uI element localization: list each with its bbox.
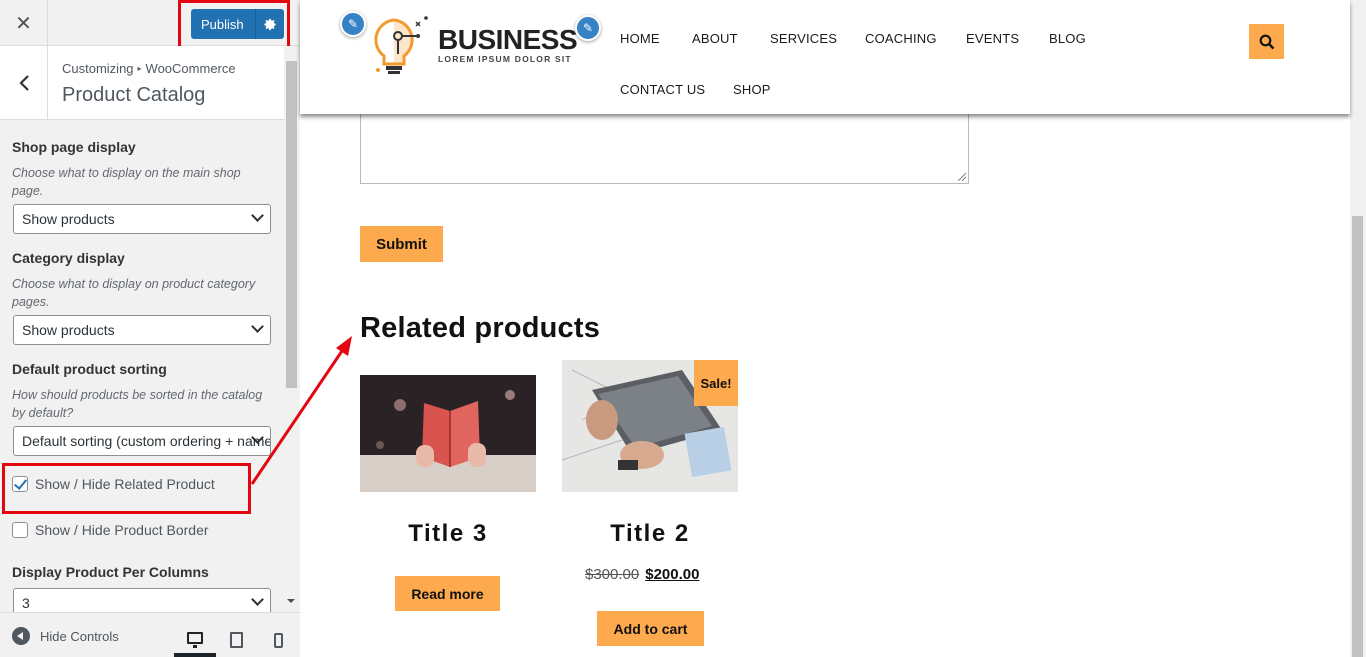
- columns-value: 3: [22, 595, 30, 611]
- submit-button[interactable]: Submit: [360, 226, 443, 262]
- close-icon[interactable]: ✕: [0, 0, 48, 46]
- desktop-icon: [187, 632, 203, 648]
- chevron-left-icon: [18, 75, 29, 91]
- panel-scrollbar-thumb[interactable]: [286, 61, 297, 388]
- shop-display-select[interactable]: Show products: [13, 204, 271, 234]
- edit-menu-pencil-icon[interactable]: ✎: [575, 15, 601, 41]
- nav-blog[interactable]: BLOG: [1049, 31, 1086, 46]
- related-product-label: Show / Hide Related Product: [35, 476, 215, 492]
- section-header: Customizing ▸ WooCommerce Product Catalog: [0, 46, 284, 120]
- site-logo[interactable]: BUSINESS LOREM IPSUM DOLOR SIT: [372, 14, 578, 76]
- product-title-2[interactable]: Title 2: [562, 520, 738, 548]
- columns-label: Display Product Per Columns: [12, 564, 209, 580]
- logo-subtitle: LOREM IPSUM DOLOR SIT: [438, 54, 572, 64]
- product-border-toggle[interactable]: Show / Hide Product Border: [12, 522, 209, 538]
- category-display-description: Choose what to display on product catego…: [12, 277, 256, 309]
- sale-price: $200.00: [645, 566, 700, 583]
- section-title: Product Catalog: [62, 84, 206, 106]
- scroll-down-icon[interactable]: [287, 599, 295, 603]
- breadcrumb-root: Customizing: [62, 61, 134, 76]
- product-border-checkbox[interactable]: [12, 522, 28, 538]
- nav-about[interactable]: ABOUT: [692, 31, 738, 46]
- sorting-label: Default product sorting: [12, 361, 167, 377]
- publish-label: Publish: [201, 16, 244, 32]
- back-button[interactable]: [0, 46, 48, 120]
- product-border-label: Show / Hide Product Border: [35, 522, 209, 538]
- search-icon: [1259, 34, 1274, 49]
- tablet-preview-button[interactable]: [215, 623, 257, 657]
- sorting-select[interactable]: Default sorting (custom ordering + name): [13, 426, 271, 456]
- tablet-icon: [229, 632, 243, 648]
- sorting-value: Default sorting (custom ordering + name): [22, 433, 271, 449]
- chevron-down-icon: [251, 209, 264, 222]
- chevron-down-icon: [251, 320, 264, 333]
- mobile-icon: [273, 632, 283, 648]
- related-product-toggle[interactable]: Show / Hide Related Product: [12, 476, 215, 492]
- product-title-3[interactable]: Title 3: [360, 520, 536, 548]
- edit-logo-pencil-icon[interactable]: ✎: [340, 11, 366, 37]
- breadcrumb-separator-icon: ▸: [137, 64, 142, 73]
- shop-display-value: Show products: [22, 211, 115, 227]
- chevron-down-icon: [251, 593, 264, 606]
- add-to-cart-button[interactable]: Add to cart: [597, 611, 704, 646]
- publish-button[interactable]: Publish: [191, 9, 284, 39]
- controls-list: Shop page display Choose what to display…: [0, 120, 284, 612]
- category-display-select[interactable]: Show products: [13, 315, 271, 345]
- message-textarea[interactable]: [360, 113, 969, 184]
- read-more-button[interactable]: Read more: [395, 576, 500, 611]
- columns-select[interactable]: 3: [13, 588, 271, 612]
- breadcrumb: Customizing ▸ WooCommerce: [62, 61, 236, 76]
- resize-handle-icon[interactable]: [958, 173, 966, 181]
- hide-controls-button[interactable]: Hide Controls: [12, 627, 119, 645]
- customizer-footer: Hide Controls: [0, 612, 300, 657]
- nav-events[interactable]: EVENTS: [966, 31, 1019, 46]
- customizer-header: ✕ Publish: [0, 0, 300, 46]
- category-display-label: Category display: [12, 250, 125, 266]
- product-price-2: $300.00 $200.00: [585, 566, 699, 583]
- collapse-icon: [12, 627, 30, 645]
- hide-controls-label: Hide Controls: [40, 628, 119, 644]
- desktop-preview-button[interactable]: [174, 623, 216, 657]
- nav-shop[interactable]: SHOP: [733, 82, 771, 97]
- sorting-description: How should products be sorted in the cat…: [12, 388, 263, 420]
- product-image-title-3[interactable]: [360, 375, 536, 492]
- mobile-preview-button[interactable]: [257, 623, 299, 657]
- gear-icon[interactable]: [255, 9, 284, 39]
- nav-services[interactable]: SERVICES: [770, 31, 837, 46]
- shop-display-label: Shop page display: [12, 139, 136, 155]
- nav-home[interactable]: HOME: [620, 31, 660, 46]
- lightbulb-icon: [374, 16, 428, 74]
- page-scrollbar-thumb[interactable]: [1352, 216, 1363, 657]
- category-display-value: Show products: [22, 322, 115, 338]
- nav-coaching[interactable]: COACHING: [865, 31, 937, 46]
- related-products-heading: Related products: [360, 312, 601, 344]
- customizer-panel: ✕ Publish Customizing ▸ WooCommerce Produc…: [0, 0, 300, 657]
- breadcrumb-section: WooCommerce: [145, 61, 236, 76]
- old-price: $300.00: [585, 566, 640, 583]
- related-product-checkbox[interactable]: [12, 476, 28, 492]
- logo-title: BUSINESS: [438, 24, 578, 55]
- search-button[interactable]: [1249, 24, 1284, 59]
- shop-display-description: Choose what to display on the main shop …: [12, 166, 241, 198]
- sale-badge: Sale!: [694, 360, 738, 406]
- nav-contact-us[interactable]: CONTACT US: [620, 82, 705, 97]
